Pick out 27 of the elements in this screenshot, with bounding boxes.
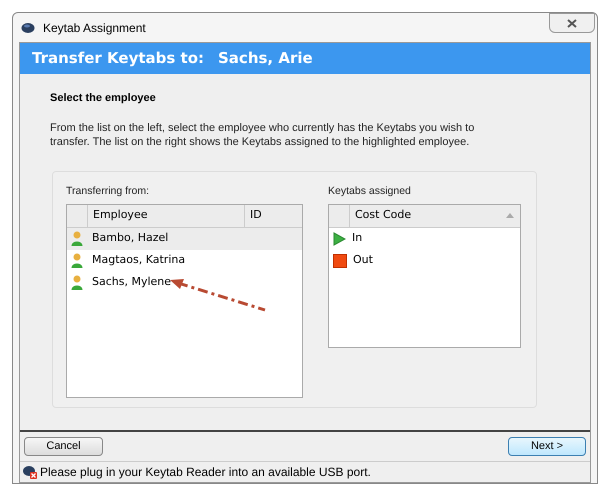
column-header[interactable]: Employee (88, 204, 245, 226)
instructions-text: From the list on the left, select the employee who currently has the Keytabs you wish to transfer. The list on the right shows the Keytabs assigned to the highlighted employee. (50, 120, 476, 148)
person-icon (71, 275, 83, 290)
section-heading: Select the employee (50, 91, 157, 106)
employee-row[interactable]: Bambo, Hazel (67, 228, 302, 250)
app-icon (21, 22, 35, 34)
window-title: Keytab Assignment (43, 20, 146, 36)
next-button[interactable]: Next > (508, 437, 586, 456)
header-employee-name: Sachs, Arie (218, 48, 313, 70)
reader-error-icon (22, 464, 38, 480)
stop-icon (333, 254, 347, 268)
person-icon (71, 253, 83, 268)
play-icon (333, 232, 346, 246)
header-label: Transfer Keytabs to: (32, 48, 204, 70)
list-label: Transferring from: (66, 184, 150, 198)
keytab-item[interactable]: In (352, 230, 362, 247)
cancel-button[interactable]: Cancel (24, 437, 103, 456)
keytab-item[interactable]: Out (353, 252, 373, 269)
close-icon (567, 18, 577, 28)
status-message: Please plug in your Keytab Reader into an available USB port. (40, 464, 371, 481)
close-button[interactable] (549, 13, 595, 33)
employee-row[interactable]: Sachs, Mylene (67, 272, 302, 294)
sort-icon (506, 213, 514, 218)
list-label: Keytabs assigned (328, 184, 412, 198)
column-header[interactable]: ID (245, 204, 302, 226)
employee-row[interactable]: Magtaos, Katrina (67, 250, 302, 272)
person-icon (71, 231, 83, 246)
